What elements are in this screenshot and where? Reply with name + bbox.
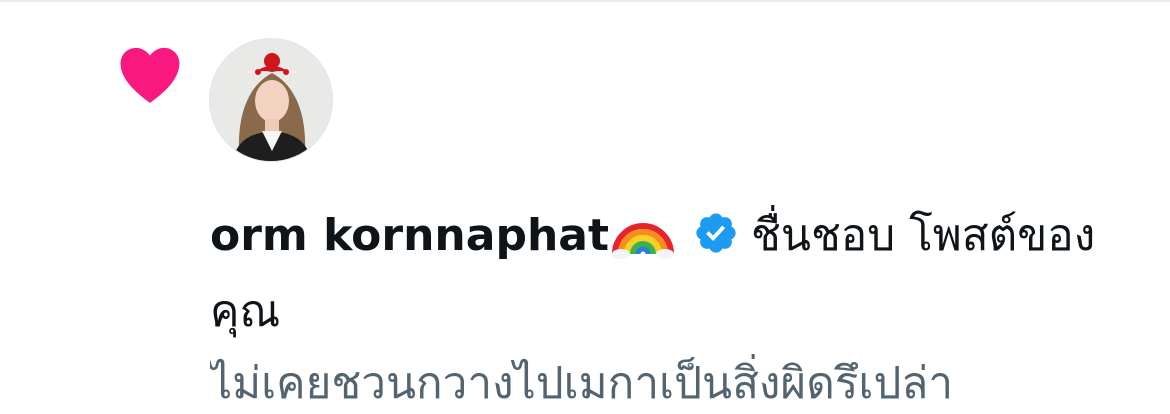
avatar[interactable] [209,38,333,162]
notification-text: orm kornnaphat ชื่นชอบ โพสต์ของคุณ [210,198,1110,350]
user-name[interactable]: orm kornnaphat [210,210,609,261]
avatar-image [210,39,332,161]
top-divider [0,0,1170,2]
verified-badge-icon [696,213,736,253]
heart-icon [120,47,180,103]
post-preview[interactable]: ไม่เคยชวนกวางไปเมกาเป็นสิ่งผิดรึเปล่า [210,354,1170,414]
rainbow-emoji [612,223,674,259]
